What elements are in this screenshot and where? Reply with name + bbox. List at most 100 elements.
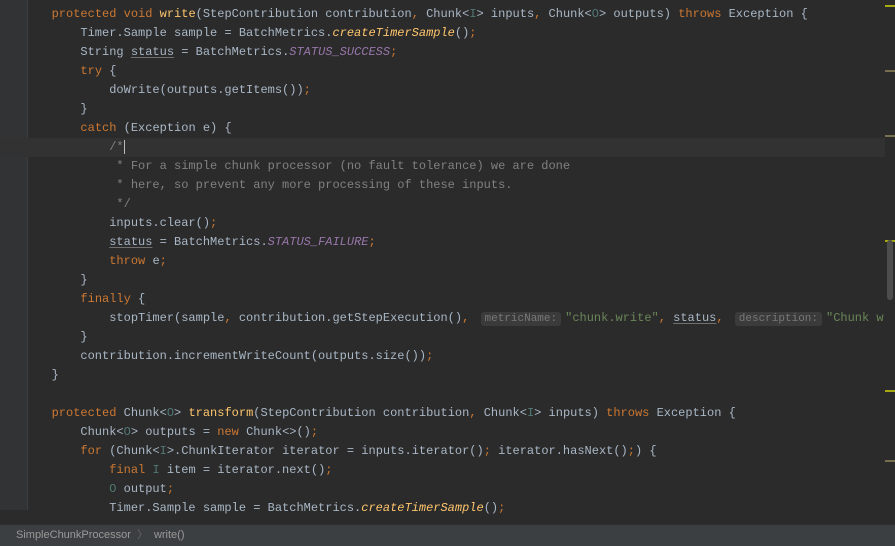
code-token: } xyxy=(30,330,88,344)
code-line[interactable]: Timer.Sample sample = BatchMetrics.creat… xyxy=(30,499,895,518)
code-line[interactable]: Chunk<O> outputs = new Chunk<>(); xyxy=(30,423,895,442)
code-line[interactable]: throw e; xyxy=(30,252,895,271)
code-line[interactable]: doWrite(outputs.getItems()); xyxy=(30,81,895,100)
code-token: * here, so prevent any more processing o… xyxy=(30,178,512,192)
code-line[interactable]: final I item = iterator.next(); xyxy=(30,461,895,480)
code-line[interactable]: * For a simple chunk processor (no fault… xyxy=(30,157,895,176)
code-line[interactable]: status = BatchMetrics.STATUS_FAILURE; xyxy=(30,233,895,252)
code-token: > xyxy=(174,406,188,420)
code-line[interactable]: /* xyxy=(30,138,895,157)
code-token: ; xyxy=(210,216,217,230)
code-line[interactable]: Timer.Sample sample = BatchMetrics.creat… xyxy=(30,24,895,43)
code-token xyxy=(30,64,80,78)
code-token: createTimerSample xyxy=(361,501,483,515)
code-token: protected xyxy=(52,406,124,420)
code-token: ) { xyxy=(635,444,657,458)
parameter-hint: metricName: xyxy=(481,312,562,326)
code-editor[interactable]: protected void write(StepContribution co… xyxy=(30,5,895,518)
code-token xyxy=(30,463,109,477)
code-token: () xyxy=(455,26,469,40)
code-token: , xyxy=(412,7,426,21)
code-token: inputs.clear() xyxy=(30,216,210,230)
code-token: , xyxy=(659,311,673,325)
code-token: Chunk< xyxy=(484,406,527,420)
code-token xyxy=(30,235,109,249)
code-token: transform xyxy=(188,406,253,420)
code-token: Chunk< xyxy=(30,425,124,439)
code-token: throw xyxy=(109,254,152,268)
code-token: Exception { xyxy=(729,7,808,21)
code-line[interactable]: String status = BatchMetrics.STATUS_SUCC… xyxy=(30,43,895,62)
code-token: throws xyxy=(606,406,656,420)
code-token: > outputs = xyxy=(131,425,217,439)
editor-gutter[interactable] xyxy=(0,0,28,510)
code-token: Chunk<>() xyxy=(246,425,311,439)
code-line[interactable]: stopTimer(sample, contribution.getStepEx… xyxy=(30,309,895,328)
breadcrumb-method[interactable]: write() xyxy=(148,526,191,545)
code-token: I xyxy=(160,444,167,458)
code-token: String xyxy=(30,45,131,59)
code-token: > inputs xyxy=(477,7,535,21)
scroll-marker[interactable] xyxy=(885,390,895,392)
code-token xyxy=(30,292,80,306)
code-token: (StepContribution contribution xyxy=(196,7,412,21)
breadcrumb-class[interactable]: SimpleChunkProcessor xyxy=(10,526,137,545)
code-line[interactable]: inputs.clear(); xyxy=(30,214,895,233)
code-token xyxy=(30,254,109,268)
code-token: Chunk< xyxy=(426,7,469,21)
code-line[interactable]: } xyxy=(30,271,895,290)
code-line[interactable]: protected Chunk<O> transform(StepContrib… xyxy=(30,404,895,423)
code-token: ; xyxy=(311,425,318,439)
code-token: ; xyxy=(628,444,635,458)
code-token: ; xyxy=(426,349,433,363)
scroll-marker[interactable] xyxy=(885,5,895,7)
code-token: protected void xyxy=(52,7,160,21)
code-token: ; xyxy=(304,83,311,97)
code-token: contribution.incrementWriteCount(outputs… xyxy=(30,349,426,363)
scroll-marker[interactable] xyxy=(885,70,895,72)
vertical-scrollbar[interactable] xyxy=(885,0,895,510)
code-line[interactable]: O output; xyxy=(30,480,895,499)
code-token: */ xyxy=(30,197,131,211)
code-line[interactable]: contribution.incrementWriteCount(outputs… xyxy=(30,347,895,366)
code-token: for xyxy=(80,444,109,458)
code-token: STATUS_FAILURE xyxy=(268,235,369,249)
code-line[interactable] xyxy=(30,385,895,404)
code-token: STATUS_SUCCESS xyxy=(289,45,390,59)
code-token: throws xyxy=(678,7,728,21)
code-token: new xyxy=(217,425,246,439)
breadcrumb-bar[interactable]: SimpleChunkProcessor 〉 write() xyxy=(0,524,895,546)
code-line[interactable]: } xyxy=(30,100,895,119)
code-line[interactable]: for (Chunk<I>.ChunkIterator iterator = i… xyxy=(30,442,895,461)
code-token: e xyxy=(152,254,159,268)
code-line[interactable]: try { xyxy=(30,62,895,81)
code-token: /* xyxy=(30,140,124,154)
code-token: O xyxy=(167,406,174,420)
scroll-marker[interactable] xyxy=(885,135,895,137)
code-token: > inputs) xyxy=(534,406,606,420)
code-token: try xyxy=(80,64,109,78)
code-line[interactable]: * here, so prevent any more processing o… xyxy=(30,176,895,195)
code-line[interactable]: catch (Exception e) { xyxy=(30,119,895,138)
code-token: O xyxy=(592,7,599,21)
scroll-marker[interactable] xyxy=(885,460,895,462)
code-line[interactable]: protected void write(StepContribution co… xyxy=(30,5,895,24)
code-token: I xyxy=(152,463,159,477)
scrollbar-thumb[interactable] xyxy=(887,240,893,300)
code-token: createTimerSample xyxy=(332,26,454,40)
code-line[interactable]: } xyxy=(30,328,895,347)
code-token: = BatchMetrics. xyxy=(174,45,289,59)
code-line[interactable]: } xyxy=(30,366,895,385)
code-token: , xyxy=(716,311,730,325)
code-token: O xyxy=(124,425,131,439)
code-token: doWrite(outputs.getItems()) xyxy=(30,83,304,97)
code-token: write xyxy=(160,7,196,21)
code-token: catch xyxy=(80,121,123,135)
code-token: item = iterator.next() xyxy=(160,463,326,477)
code-line[interactable]: finally { xyxy=(30,290,895,309)
code-token: status xyxy=(131,45,174,59)
code-line[interactable]: */ xyxy=(30,195,895,214)
parameter-hint: description: xyxy=(735,312,822,326)
code-token: stopTimer(sample xyxy=(30,311,224,325)
code-token: { xyxy=(138,292,145,306)
